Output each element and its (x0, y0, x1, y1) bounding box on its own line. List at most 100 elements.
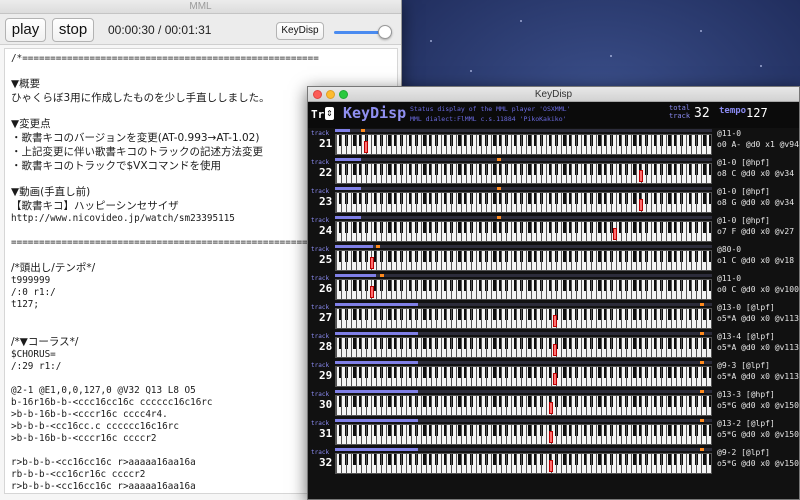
time-display: 00:00:30 / 00:01:31 (108, 23, 212, 37)
status-line-1: Status display of the MML player 'OSXMML… (410, 105, 571, 113)
active-key-highlight (552, 344, 557, 356)
volume-meter-fill (335, 361, 418, 364)
track-params: @13-0 [@lpf] o5*A @d0 x0 @v113 (717, 302, 800, 324)
volume-meter (335, 245, 712, 248)
track-row: track 23 @1-0 [@hpf] o8 G @d0 x0 @v34 (308, 186, 800, 215)
tr-stepper-icon[interactable]: ⇕ (325, 107, 334, 120)
volume-meter-fill (335, 245, 373, 248)
track-note-info: o0 A- @d0 x1 @v94 (717, 140, 799, 149)
track-row: track 32 @9-2 [@lpf] o5*G @d0 x0 @v150 (308, 447, 800, 476)
track-params: @13-3 [@hpf] o5*G @d0 x0 @v150 (717, 389, 800, 411)
active-key-highlight (552, 315, 557, 327)
track-instrument: @80-0 (717, 245, 742, 254)
keydisp-logo: KeyDisp (343, 104, 407, 122)
track-number: 28 (319, 340, 333, 353)
track-label: track (311, 333, 330, 340)
track-params: @11-0 o0 A- @d0 x1 @v94 (717, 128, 800, 150)
track-row: track 24 @1-0 [@hpf] o7 F @d0 x0 @v27 (308, 215, 800, 244)
piano-keyboard (335, 395, 712, 416)
volume-meter (335, 419, 712, 422)
track-params: @1-0 [@hpf] o7 F @d0 x0 @v27 (717, 215, 800, 237)
track-number: 29 (319, 369, 333, 382)
track-row: track 26 @11-0 o0 C @d0 x0 @v100 (308, 273, 800, 302)
volume-meter-peak (496, 158, 501, 161)
volume-meter (335, 332, 712, 335)
track-number: 22 (319, 166, 333, 179)
volume-meter (335, 448, 712, 451)
piano-keyboard (335, 308, 712, 329)
track-row: track 31 @13-2 [@lpf] o5*G @d0 x0 @v150 (308, 418, 800, 447)
active-key-highlight (552, 373, 557, 385)
mml-toolbar: play stop 00:00:30 / 00:01:31 KeyDisp (0, 14, 401, 45)
active-key-highlight (549, 431, 553, 443)
track-note-info: o7 F @d0 x0 @v27 (717, 227, 795, 236)
volume-meter-fill (335, 187, 362, 190)
volume-meter-fill (335, 419, 418, 422)
piano-keyboard (335, 250, 712, 271)
piano-keyboard (335, 163, 712, 184)
track-instrument: @9-2 [@lpf] (717, 448, 770, 457)
volume-meter-peak (700, 419, 705, 422)
active-key-highlight (639, 199, 644, 211)
track-note-info: o5*G @d0 x0 @v150 (717, 401, 799, 410)
track-list: track 21 @11-0 o0 A- @d0 x1 @v94 track 22 @1-0… (308, 128, 800, 500)
close-window-icon[interactable] (313, 90, 322, 99)
active-key-highlight (639, 170, 644, 182)
track-instrument: @13-2 [@lpf] (717, 419, 775, 428)
volume-meter-fill (335, 390, 418, 393)
volume-meter (335, 187, 712, 190)
keydisp-button[interactable]: KeyDisp (276, 22, 324, 40)
track-row: track 29 @9-3 [@lpf] o5*A @d0 x0 @v113 (308, 360, 800, 389)
track-note-info: o0 C @d0 x0 @v100 (717, 285, 799, 294)
play-button[interactable]: play (5, 18, 46, 42)
track-number: 27 (319, 311, 333, 324)
volume-meter-peak (700, 303, 705, 306)
track-label: track (311, 391, 330, 398)
volume-meter (335, 303, 712, 306)
track-instrument: @13-0 [@lpf] (717, 303, 775, 312)
volume-meter-peak (496, 187, 501, 190)
track-label: track (311, 188, 330, 195)
volume-meter-fill (335, 129, 351, 132)
mml-window-title: MML (0, 0, 401, 14)
track-instrument: @13-4 [@lpf] (717, 332, 775, 341)
track-params: @1-0 [@hpf] o8 C @d0 x0 @v34 (717, 157, 800, 179)
piano-keyboard (335, 337, 712, 358)
track-number: 24 (319, 224, 333, 237)
volume-meter-fill (335, 303, 418, 306)
track-note-info: o5*G @d0 x0 @v150 (717, 430, 799, 439)
track-instrument: @9-3 [@lpf] (717, 361, 770, 370)
stop-button[interactable]: stop (52, 18, 94, 42)
volume-meter-fill (335, 274, 377, 277)
piano-keyboard (335, 192, 712, 213)
volume-meter-fill (335, 332, 418, 335)
active-key-highlight (549, 460, 553, 472)
track-number: 26 (319, 282, 333, 295)
track-label: track (311, 449, 330, 456)
keydisp-window-title: KeyDisp (534, 89, 573, 100)
piano-keyboard (335, 134, 712, 155)
volume-meter-peak (700, 448, 705, 451)
code-line: /*======================================… (11, 53, 319, 64)
volume-meter (335, 390, 712, 393)
piano-keyboard (335, 424, 712, 445)
track-params: @11-0 o0 C @d0 x0 @v100 (717, 273, 800, 295)
track-instrument: @1-0 [@hpf] (717, 187, 770, 196)
volume-meter-peak (361, 129, 366, 132)
volume-meter (335, 216, 712, 219)
track-params: @80-0 o1 C @d0 x0 @v18 (717, 244, 800, 266)
track-instrument: @11-0 (717, 274, 742, 283)
volume-slider-knob[interactable] (378, 25, 393, 39)
piano-keyboard (335, 453, 712, 474)
track-number: 25 (319, 253, 333, 266)
track-instrument: @1-0 [@hpf] (717, 158, 770, 167)
active-key-highlight (549, 402, 553, 414)
maximize-window-icon[interactable] (339, 90, 348, 99)
piano-keyboard (335, 279, 712, 300)
minimize-window-icon[interactable] (326, 90, 335, 99)
track-label: track (311, 159, 330, 166)
track-note-info: o5*G @d0 x0 @v150 (717, 459, 799, 468)
volume-meter-peak (380, 274, 384, 277)
piano-keyboard (335, 221, 712, 242)
